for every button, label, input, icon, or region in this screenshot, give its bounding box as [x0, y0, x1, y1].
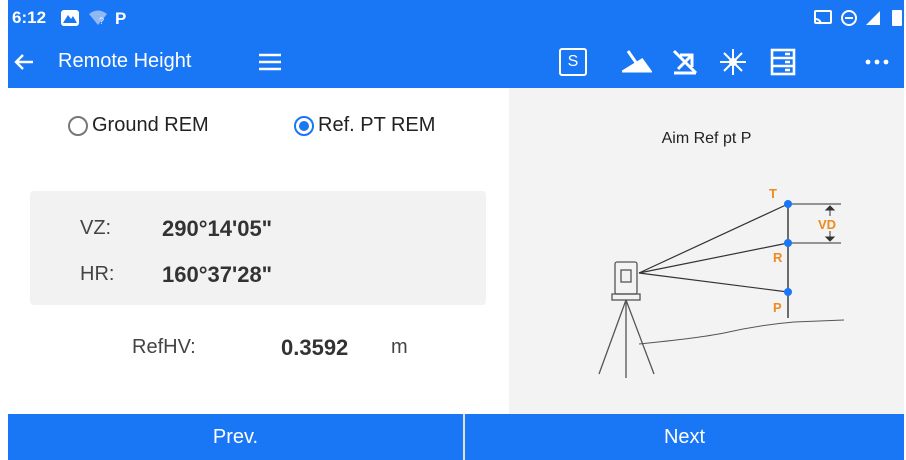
hr-value: 160°37'28" [162, 262, 273, 287]
angle-readout-card: VZ: 290°14'05" HR: 160°37'28" [30, 191, 486, 305]
mountain-app-icon [61, 10, 79, 26]
battery-icon [892, 10, 902, 26]
page-title: Remote Height [58, 50, 192, 72]
app-bar: Remote Height S [8, 36, 904, 88]
status-bar: 6:12 ? P [8, 0, 904, 36]
radio-label: Ref. PT REM [318, 114, 436, 136]
back-arrow-icon[interactable] [10, 48, 38, 76]
hr-label: HR: [80, 263, 115, 285]
ground-rem-radio[interactable]: Ground REM [68, 114, 209, 137]
parking-icon: P [115, 9, 126, 27]
radio-circle-selected [294, 115, 314, 136]
storage-icon[interactable] [766, 46, 800, 78]
point-p-label: P [773, 300, 782, 315]
point-p-marker [784, 288, 792, 296]
remote-height-diagram: T R P VD [598, 186, 845, 378]
more-options-icon[interactable] [860, 46, 894, 78]
point-t-marker [784, 200, 792, 208]
measurement-panel: Ground REM Ref. PT REM VZ: 290°14'05" HR… [8, 88, 509, 414]
svg-text:P: P [115, 9, 126, 27]
s-mode-label: S [567, 53, 579, 70]
laser-pointer-icon[interactable] [620, 46, 654, 78]
app-screen: 6:12 ? P Remote Height S Ground REM Ref.… [8, 0, 904, 460]
sight-lines [638, 203, 789, 293]
refhv-value: 0.3592 [281, 335, 349, 360]
ref-pt-rem-radio[interactable]: Ref. PT REM [294, 114, 435, 137]
vz-value: 290°14'05" [162, 216, 273, 241]
menu-icon[interactable] [256, 48, 284, 76]
point-t-label: T [769, 186, 777, 201]
radio-label: Ground REM [92, 114, 209, 136]
do-not-disturb-icon [841, 10, 857, 26]
status-time: 6:12 [12, 8, 47, 27]
refhv-label: RefHV: [132, 336, 196, 358]
prism-off-icon[interactable] [668, 46, 702, 78]
vz-label: VZ: [80, 217, 112, 239]
remote-height-diagram-panel: Aim Ref pt P T R P VD [509, 88, 904, 414]
point-r-label: R [773, 250, 783, 265]
wifi-icon: ? [89, 10, 107, 26]
prev-button[interactable]: Prev. [8, 414, 463, 460]
next-button[interactable]: Next [465, 414, 904, 460]
svg-text:?: ? [99, 16, 104, 26]
star-sparkle-icon[interactable] [716, 46, 750, 78]
signal-icon [866, 11, 880, 25]
radio-circle [68, 115, 88, 136]
point-r-marker [784, 239, 792, 247]
ground-line [638, 319, 845, 345]
vd-label: VD [818, 217, 836, 232]
total-station-instrument [598, 261, 655, 378]
refhv-unit: m [391, 336, 408, 358]
s-mode-button[interactable]: S [559, 48, 587, 76]
cast-icon [814, 10, 832, 25]
bottom-action-bar: Prev. Next [8, 414, 904, 460]
